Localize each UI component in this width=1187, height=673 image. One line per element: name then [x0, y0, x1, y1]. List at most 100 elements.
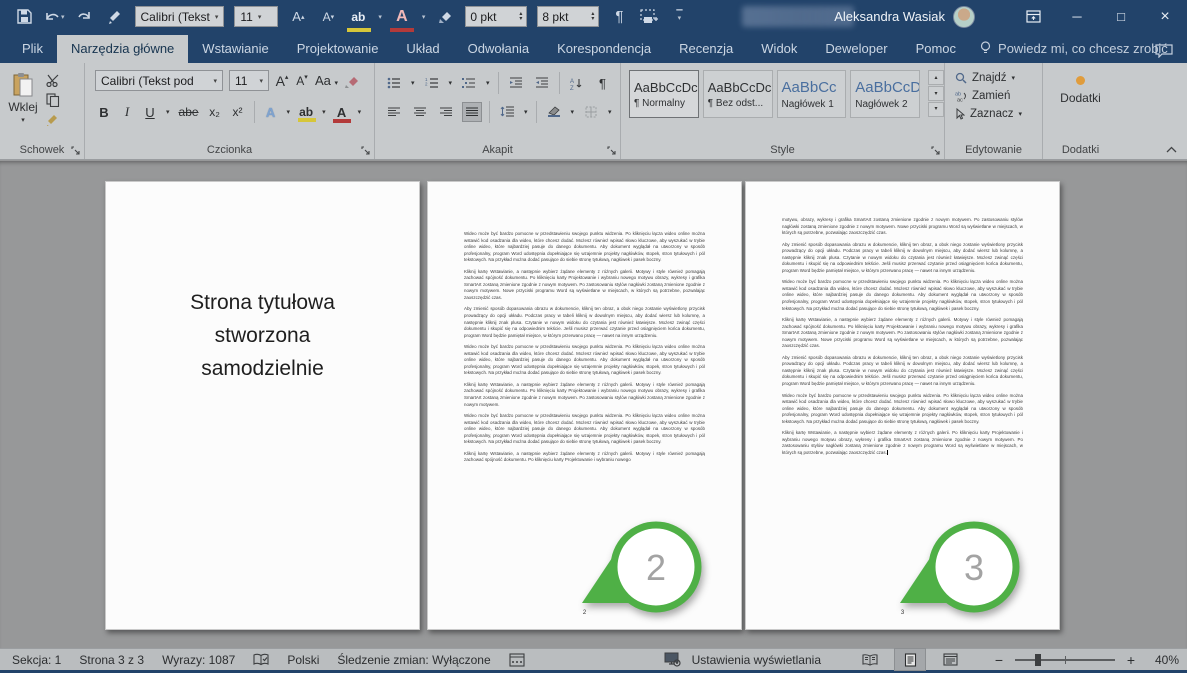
maximize-button[interactable]: □	[1099, 0, 1143, 33]
increase-indent-button[interactable]	[533, 74, 551, 92]
font-color-dropdown-icon[interactable]: ▾	[358, 108, 362, 116]
shading-button[interactable]	[545, 103, 563, 121]
macro-record-icon[interactable]	[509, 652, 525, 667]
status-section[interactable]: Sekcja: 1	[12, 653, 61, 667]
read-mode-view-button[interactable]	[855, 649, 885, 670]
display-settings-icon[interactable]	[664, 652, 682, 667]
spinner-arrows-icon[interactable]: ▴ ▾	[591, 11, 594, 22]
save-icon[interactable]	[14, 5, 34, 29]
align-center-button[interactable]	[411, 103, 429, 121]
underline-button[interactable]: U	[143, 105, 157, 120]
decrease-indent-button[interactable]	[507, 74, 525, 92]
clipboard-dialog-launcher-icon[interactable]	[71, 146, 80, 155]
proofing-icon[interactable]	[253, 653, 269, 667]
display-settings-label[interactable]: Ustawienia wyświetlania	[692, 653, 821, 667]
strikethrough-button[interactable]: abe	[179, 105, 199, 119]
show-paragraph-marks-button[interactable]: ¶	[594, 74, 612, 92]
clear-formatting-icon[interactable]	[344, 74, 360, 88]
borders-button[interactable]	[582, 103, 600, 121]
select-button[interactable]: Zaznacz ▾	[945, 106, 1042, 124]
bold-button[interactable]: B	[97, 105, 111, 120]
undo-button[interactable]: ▾	[44, 5, 65, 29]
qat-font-size-combo[interactable]: 11 ▾	[234, 6, 279, 27]
numbering-dropdown-icon[interactable]: ▾	[449, 79, 453, 87]
styles-scroll-down-icon[interactable]: ▾	[928, 86, 944, 101]
tab-korespondencja[interactable]: Korespondencja	[543, 35, 665, 63]
tab-narzedzia-glowne[interactable]: Narzędzia główne	[56, 35, 189, 63]
tab-recenzja[interactable]: Recenzja	[665, 35, 747, 63]
find-button[interactable]: Znajdź ▾	[945, 70, 1042, 88]
style-naglowek-2[interactable]: AaBbCcD Nagłówek 2	[850, 70, 920, 118]
paragraph-dialog-launcher-icon[interactable]	[607, 146, 616, 155]
qat-font-name-combo[interactable]: Calibri (Tekst ▾	[134, 6, 225, 27]
status-track-changes[interactable]: Śledzenie zmian: Wyłączone	[337, 653, 490, 667]
font-size-combo[interactable]: 11 ▾	[229, 70, 269, 91]
line-spacing-dropdown-icon[interactable]: ▾	[524, 108, 528, 116]
tab-plik[interactable]: Plik	[8, 35, 57, 63]
zoom-in-button[interactable]: +	[1125, 652, 1137, 668]
redo-button[interactable]	[75, 5, 95, 29]
screenshot-icon[interactable]	[639, 5, 659, 29]
style-bez-odstepow[interactable]: AaBbCcDc ¶ Bez odst...	[702, 70, 773, 118]
grow-font-button[interactable]: A▴	[275, 73, 289, 89]
document-canvas[interactable]: Strona tytułowa stworzona samodzielnie W…	[0, 161, 1187, 648]
shrink-font-button[interactable]: A▾	[295, 73, 309, 88]
text-effects-button[interactable]: A	[264, 105, 278, 120]
align-left-button[interactable]	[385, 103, 403, 121]
font-color-dropdown-icon[interactable]: ▾	[422, 13, 426, 21]
styles-scroll-up-icon[interactable]: ▴	[928, 70, 944, 85]
grow-font-button[interactable]: A▴	[288, 5, 308, 29]
zoom-out-button[interactable]: −	[993, 652, 1005, 668]
web-layout-view-button[interactable]	[935, 649, 965, 670]
tab-pomoc[interactable]: Pomoc	[902, 35, 970, 63]
copy-icon[interactable]	[46, 93, 60, 107]
spacing-before-spinner[interactable]: 0 pkt ▴ ▾	[465, 6, 528, 27]
bullet-list-button[interactable]	[385, 74, 403, 92]
style-naglowek-1[interactable]: AaBbCc Nagłówek 1	[776, 70, 847, 118]
underline-dropdown-icon[interactable]: ▾	[166, 108, 170, 116]
undo-dropdown-icon[interactable]: ▾	[61, 13, 65, 21]
zoom-slider[interactable]	[1015, 653, 1115, 666]
highlight-dropdown-icon[interactable]: ▾	[378, 13, 382, 21]
subscript-button[interactable]: x₂	[208, 105, 222, 119]
show-formatting-marks-button[interactable]: ¶	[609, 5, 629, 29]
page-1[interactable]: Strona tytułowa stworzona samodzielnie	[105, 181, 420, 630]
spacing-after-spinner[interactable]: 8 pkt ▴ ▾	[537, 6, 600, 27]
justify-button[interactable]	[462, 102, 482, 122]
format-painter-icon[interactable]	[105, 5, 125, 29]
ribbon-display-options-icon[interactable]	[1011, 0, 1055, 33]
zoom-percentage[interactable]: 40%	[1147, 653, 1179, 667]
font-name-combo[interactable]: Calibri (Tekst pod ▾	[95, 70, 223, 91]
multilevel-dropdown-icon[interactable]: ▾	[486, 79, 490, 87]
align-right-button[interactable]	[437, 103, 455, 121]
tab-odwolania[interactable]: Odwołania	[454, 35, 543, 63]
minimize-button[interactable]: ─	[1055, 0, 1099, 33]
tab-uklad[interactable]: Układ	[392, 35, 453, 63]
collapse-ribbon-icon[interactable]	[1166, 146, 1177, 153]
clear-formatting-icon[interactable]	[435, 5, 455, 29]
numbered-list-button[interactable]: 12	[423, 74, 441, 92]
print-layout-view-button[interactable]	[894, 648, 926, 671]
style-normalny[interactable]: AaBbCcDc ¶ Normalny	[629, 70, 699, 118]
account-area[interactable]: Aleksandra Wasiak	[834, 0, 975, 33]
highlight-color-button[interactable]: ab	[298, 105, 317, 122]
font-dialog-launcher-icon[interactable]	[361, 146, 370, 155]
avatar[interactable]	[953, 5, 975, 28]
multilevel-list-button[interactable]	[460, 74, 478, 92]
addins-button[interactable]: Dodatki	[1043, 70, 1118, 105]
zoom-slider-thumb[interactable]	[1035, 653, 1041, 666]
status-page[interactable]: Strona 3 z 3	[79, 653, 144, 667]
replace-button[interactable]: ab ac Zamień	[945, 88, 1042, 106]
status-language[interactable]: Polski	[287, 653, 319, 667]
text-effects-dropdown-icon[interactable]: ▾	[287, 108, 291, 116]
tab-deweloper[interactable]: Deweloper	[811, 35, 901, 63]
tab-projektowanie[interactable]: Projektowanie	[283, 35, 393, 63]
tab-wstawianie[interactable]: Wstawianie	[188, 35, 282, 63]
line-spacing-button[interactable]	[498, 103, 516, 121]
shrink-font-button[interactable]: A▾	[318, 5, 338, 29]
sort-button[interactable]: AZ	[568, 74, 586, 92]
font-color-button[interactable]: A	[332, 105, 351, 123]
styles-dialog-launcher-icon[interactable]	[931, 146, 940, 155]
superscript-button[interactable]: x²	[231, 105, 245, 119]
change-case-button[interactable]: Aa ▾	[315, 73, 338, 88]
